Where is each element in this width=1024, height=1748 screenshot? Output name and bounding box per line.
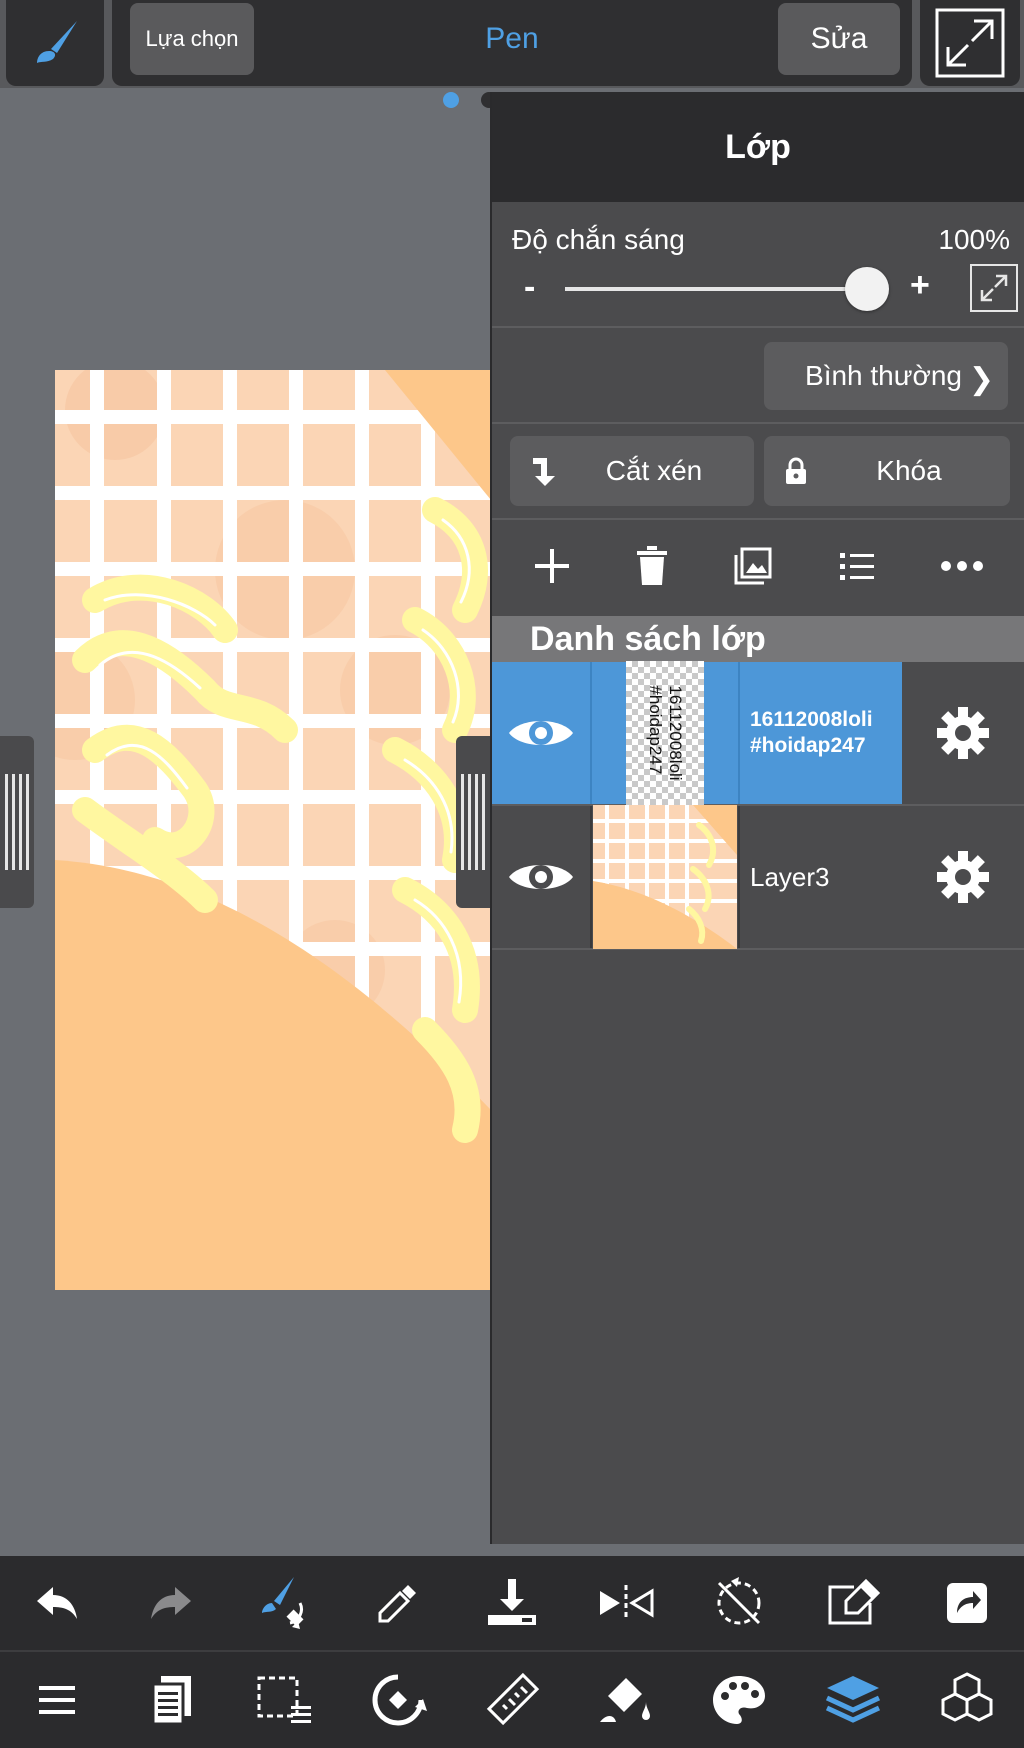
layer-list-title: Danh sách lớp [492, 616, 1024, 662]
layer-actions [492, 520, 1024, 616]
eye-icon [509, 865, 573, 889]
brush-swap-icon[interactable] [249, 1568, 319, 1638]
brush-icon [37, 21, 77, 63]
visibility-toggle[interactable] [492, 806, 592, 948]
transparent-thumbnail: 16112008loli #hoidap247 [626, 661, 704, 805]
layer-settings-button[interactable] [902, 806, 1024, 948]
materials-icon[interactable] [932, 1665, 1002, 1735]
clipping-button[interactable]: Cắt xén [510, 436, 754, 506]
opacity-value: 100% [938, 224, 1010, 255]
list-icon[interactable] [836, 545, 878, 592]
toolbar-row-actions [0, 1556, 1024, 1652]
gear-icon [937, 707, 989, 759]
visibility-toggle[interactable] [492, 662, 592, 804]
layer-panel: Lớp Độ chắn sáng 100% - + Bình thường ❯ … [490, 92, 1024, 1544]
drawing-canvas[interactable] [55, 370, 491, 1290]
opacity-slider-track[interactable] [565, 287, 863, 291]
menu-icon[interactable] [22, 1665, 92, 1735]
right-panel-handle[interactable] [456, 736, 490, 908]
opacity-expand-button[interactable] [970, 264, 1018, 312]
layer-name: Layer3 [750, 862, 830, 892]
artwork [55, 370, 491, 1290]
undo-icon[interactable] [22, 1568, 92, 1638]
grip-icon [5, 774, 29, 870]
selection-button[interactable]: Lựa chọn [130, 3, 254, 75]
clip-arrow-icon [510, 454, 574, 488]
trash-icon[interactable] [634, 545, 670, 592]
layer-row[interactable]: Layer3 [492, 805, 1024, 950]
panel-title: Lớp [492, 92, 1024, 202]
left-panel-handle[interactable] [0, 736, 34, 908]
brush-tool-button[interactable] [6, 0, 104, 86]
fullscreen-button[interactable] [920, 0, 1020, 86]
flip-icon[interactable] [591, 1568, 661, 1638]
edit-canvas-icon[interactable] [818, 1568, 888, 1638]
eye-icon [509, 721, 573, 745]
import-icon[interactable] [477, 1568, 547, 1638]
layers-icon[interactable] [818, 1665, 888, 1735]
lock-label: Khóa [876, 455, 942, 486]
grip-icon [461, 774, 485, 870]
expand-icon [935, 8, 1005, 78]
redo-icon[interactable] [136, 1568, 206, 1638]
lock-button[interactable]: Khóa [764, 436, 1010, 506]
fill-icon[interactable] [591, 1665, 661, 1735]
expand-icon [980, 274, 1008, 302]
artwork-thumbnail [593, 805, 737, 949]
layer-thumbnail [592, 805, 740, 949]
tool-panel: Lựa chọn Pen Sửa [112, 0, 912, 86]
opacity-label: Độ chắn sáng [512, 224, 685, 255]
transform-icon[interactable] [363, 1665, 433, 1735]
layer-row-selected[interactable]: 16112008loli #hoidap247 16112008loli #ho… [492, 661, 1024, 806]
layer-name: 16112008loli #hoidap247 [740, 662, 902, 804]
selection-icon[interactable] [249, 1665, 319, 1735]
palette-icon[interactable] [704, 1665, 774, 1735]
add-icon[interactable] [531, 545, 573, 592]
share-icon[interactable] [932, 1568, 1002, 1638]
chevron-right-icon: ❯ [968, 363, 994, 396]
clip-lock-row: Cắt xén Khóa [492, 424, 1024, 520]
toolbar-row-panels [0, 1652, 1024, 1748]
page-indicator [443, 92, 497, 108]
blend-mode-label: Bình thường [805, 360, 962, 391]
layer-settings-button[interactable] [902, 662, 1024, 804]
opacity-increase-button[interactable]: + [910, 266, 930, 305]
image-layer-icon[interactable] [732, 545, 774, 592]
pages-icon[interactable] [136, 1665, 206, 1735]
top-bar: Lựa chọn Pen Sửa [0, 0, 1024, 88]
more-icon[interactable] [939, 558, 985, 579]
blend-mode-button[interactable]: Bình thường ❯ [764, 342, 1008, 410]
rotate-reset-icon[interactable] [704, 1568, 774, 1638]
thumbnail-text: 16112008loli #hoidap247 [646, 685, 685, 781]
page-dot-active[interactable] [443, 92, 459, 108]
gear-icon [937, 851, 989, 903]
eyedropper-icon[interactable] [363, 1568, 433, 1638]
ruler-icon[interactable] [477, 1665, 547, 1735]
opacity-slider-thumb[interactable] [845, 267, 889, 311]
edit-button[interactable]: Sửa [778, 3, 900, 75]
layer-thumbnail: 16112008loli #hoidap247 [592, 661, 740, 805]
lock-icon [764, 456, 828, 486]
clipping-label: Cắt xén [605, 455, 703, 486]
opacity-decrease-button[interactable]: - [524, 268, 535, 307]
bottom-toolbar [0, 1556, 1024, 1748]
blend-mode-row: Bình thường ❯ [492, 328, 1024, 424]
opacity-control: Độ chắn sáng 100% - + [492, 202, 1024, 328]
